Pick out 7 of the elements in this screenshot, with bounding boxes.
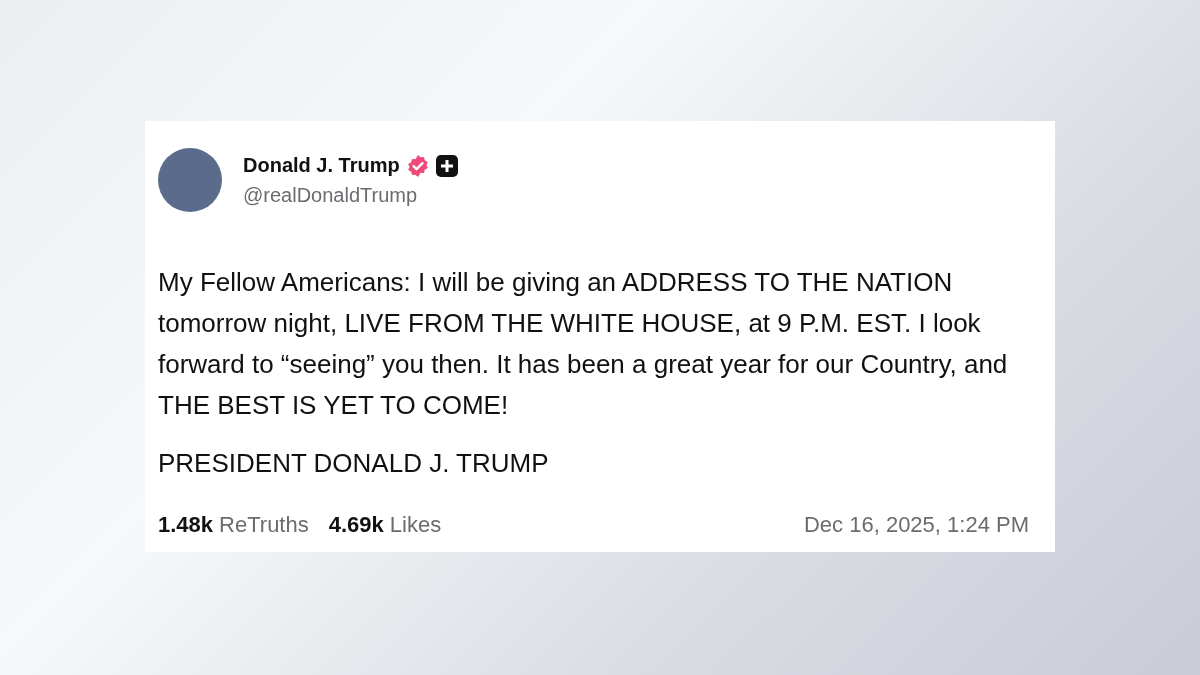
post-signature: PRESIDENT DONALD J. TRUMP <box>158 448 550 479</box>
author-name: Donald J. Trump <box>243 154 400 177</box>
stat-text: 1.48k ReTruths <box>158 512 309 538</box>
stat-text: 4.69k Likes <box>328 512 442 538</box>
author-handle[interactable]: @realDonaldTrump <box>243 183 458 207</box>
post-text: My Fellow Americans: I will be giving an ADDRESS TO THE NATION tomorrow night, LIVE FROM THE WHITE HOUSE, at 9 P.M. EST. I look forward to “seeing” you then. It has been a great year for our Country, and THE BEST IS YET TO COME! <box>158 266 1009 422</box>
post-timestamp: Dec 16, 2025, 1:24 PM <box>803 512 1029 538</box>
